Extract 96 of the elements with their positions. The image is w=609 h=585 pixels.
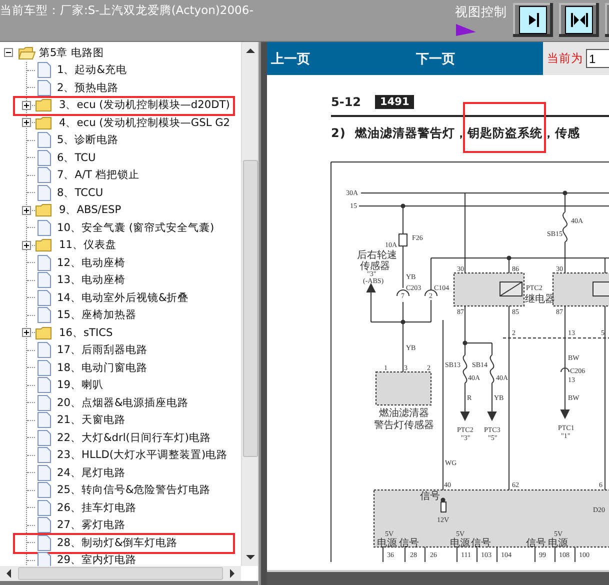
folder-icon (35, 326, 53, 340)
folder-icon (35, 238, 53, 252)
tree-item[interactable]: 14、电动室外后视镜&折叠 (57, 290, 189, 305)
tree-item[interactable]: 12、电动座椅 (57, 256, 126, 270)
folder-icon (35, 203, 53, 218)
document-icon (37, 482, 51, 498)
page-number: 5-12 (331, 95, 362, 109)
previous-page-link[interactable]: 上一页 (269, 50, 312, 68)
tree-item[interactable]: 3、ecu (发动机控制模块—d20DT) (59, 98, 230, 112)
expand-toggle[interactable] (22, 240, 31, 250)
view-button[interactable] (513, 3, 553, 37)
tree-item[interactable]: 5、诊断电路 (57, 133, 119, 148)
diagram-label: 信号 (399, 538, 419, 549)
scroll-thumb[interactable] (242, 160, 258, 457)
document-icon (37, 290, 51, 306)
scroll-right-icon[interactable] (229, 569, 235, 578)
heading-text: 2) 燃油滤清器警告灯， (331, 126, 468, 140)
document-icon (37, 342, 51, 358)
heading-text: 钥匙防盗系统 (468, 126, 543, 140)
expand-toggle[interactable] (22, 206, 31, 215)
tree-item[interactable]: 10、安全气囊 (窗帘式安全气囊) (57, 220, 214, 235)
scroll-down-icon[interactable] (246, 554, 254, 560)
tree-item[interactable]: 19、喇叭 (57, 378, 104, 392)
page-number-field[interactable]: 1 (586, 49, 609, 68)
scroll-left-icon[interactable] (6, 569, 12, 578)
vertical-scrollbar[interactable] (241, 42, 258, 566)
document-icon (37, 517, 51, 534)
folder-icon (35, 98, 53, 112)
document-icon (37, 150, 51, 166)
tree-item[interactable]: 25、转向信号&危险警告灯电路 (57, 483, 211, 498)
tree-item[interactable]: 第5章 电路图 (39, 46, 104, 60)
document-icon (37, 220, 51, 236)
split-arrows-icon (565, 6, 593, 34)
tree-item[interactable]: 24、尾灯电路 (57, 466, 126, 480)
scroll-up-icon[interactable] (246, 48, 254, 54)
tree-item[interactable]: 13、电动座椅 (57, 273, 126, 288)
tree-item[interactable]: 23、HLLD(大灯水平调整装置)电路 (57, 448, 228, 462)
tree-item[interactable]: 17、后雨刮器电路 (57, 343, 148, 358)
tree-item[interactable]: 18、电动门窗电路 (57, 360, 148, 375)
document-icon (37, 447, 51, 464)
diagram-label: 后右轮速 (357, 250, 397, 261)
expand-toggle[interactable] (22, 100, 31, 110)
tree-item[interactable]: 7、A/T 档把锁止 (57, 168, 140, 182)
next-page-link[interactable]: 下一页 (414, 50, 457, 68)
document-icon (37, 412, 51, 428)
document-icon (37, 360, 51, 376)
diagram-label: 燃油滤清器 (379, 408, 429, 419)
tree-item[interactable]: 11、仪表盘 (59, 238, 116, 252)
heading-text: ，传感 (542, 126, 580, 140)
triangle-icon (455, 23, 477, 37)
open-folder-icon (18, 46, 36, 60)
current-page-label: 当前为 (547, 51, 583, 66)
diagram-label: 警告灯传感器 (374, 420, 434, 431)
tree-item[interactable]: 9、ABS/ESP (59, 203, 122, 218)
document-icon (37, 132, 51, 148)
document-icon (37, 184, 51, 201)
document-icon (37, 464, 51, 481)
tree-item[interactable]: 15、座椅加热器 (57, 308, 136, 322)
expand-toggle[interactable] (22, 118, 31, 128)
page-code-badge: 1491 (375, 95, 414, 109)
document-icon (37, 377, 51, 394)
document-icon (37, 307, 51, 324)
tree-item[interactable]: 1、起动&充电 (57, 63, 128, 78)
horizontal-scrollbar[interactable] (0, 566, 241, 581)
document-icon (37, 500, 51, 516)
diagram-label: 传感器 (360, 261, 390, 272)
document-icon (37, 430, 51, 446)
tree-item[interactable]: 26、挂车灯电路 (57, 500, 136, 515)
view-button[interactable] (559, 3, 599, 37)
tree-item[interactable]: 4、ecu (发动机控制模块—GSL G2 (59, 116, 230, 130)
diagram-label: 信号 (526, 538, 546, 549)
tree-item[interactable]: 29、室内灯电路 (57, 553, 136, 566)
document-icon (37, 62, 51, 78)
document-icon (37, 80, 51, 96)
diagram-label: 信号 (420, 491, 440, 502)
tree-item[interactable]: 21、天窗电路 (57, 413, 126, 428)
document-icon (37, 394, 51, 411)
tree-item[interactable]: 27、雾灯电路 (57, 518, 126, 532)
tree-item[interactable]: 22、大灯&drl(日间行车灯)电路 (57, 430, 212, 445)
tree-item[interactable]: 6、TCU (57, 150, 96, 165)
collapse-toggle[interactable] (4, 48, 13, 58)
tree-item[interactable]: 8、TCCU (57, 186, 104, 200)
scroll-thumb[interactable] (18, 567, 223, 580)
document-icon (37, 534, 51, 551)
tree-item[interactable]: 16、sTICS (59, 326, 113, 340)
expand-toggle[interactable] (22, 328, 31, 338)
tree-item[interactable]: 28、制动灯&倒车灯电路 (57, 536, 178, 550)
arrow-bar-icon (519, 6, 547, 34)
document-icon (37, 254, 51, 271)
tree-item[interactable]: 20、点烟器&电源插座电路 (57, 396, 189, 410)
view-control-label: 视图控制 (455, 4, 507, 21)
tree-item[interactable]: 2、预热电路 (57, 80, 119, 95)
document-icon (37, 167, 51, 184)
document-icon (37, 272, 51, 288)
vehicle-label: 当前车型：厂家:S-上汽双龙爱腾(Actyon)2006- (0, 3, 254, 18)
folder-icon (35, 116, 53, 130)
